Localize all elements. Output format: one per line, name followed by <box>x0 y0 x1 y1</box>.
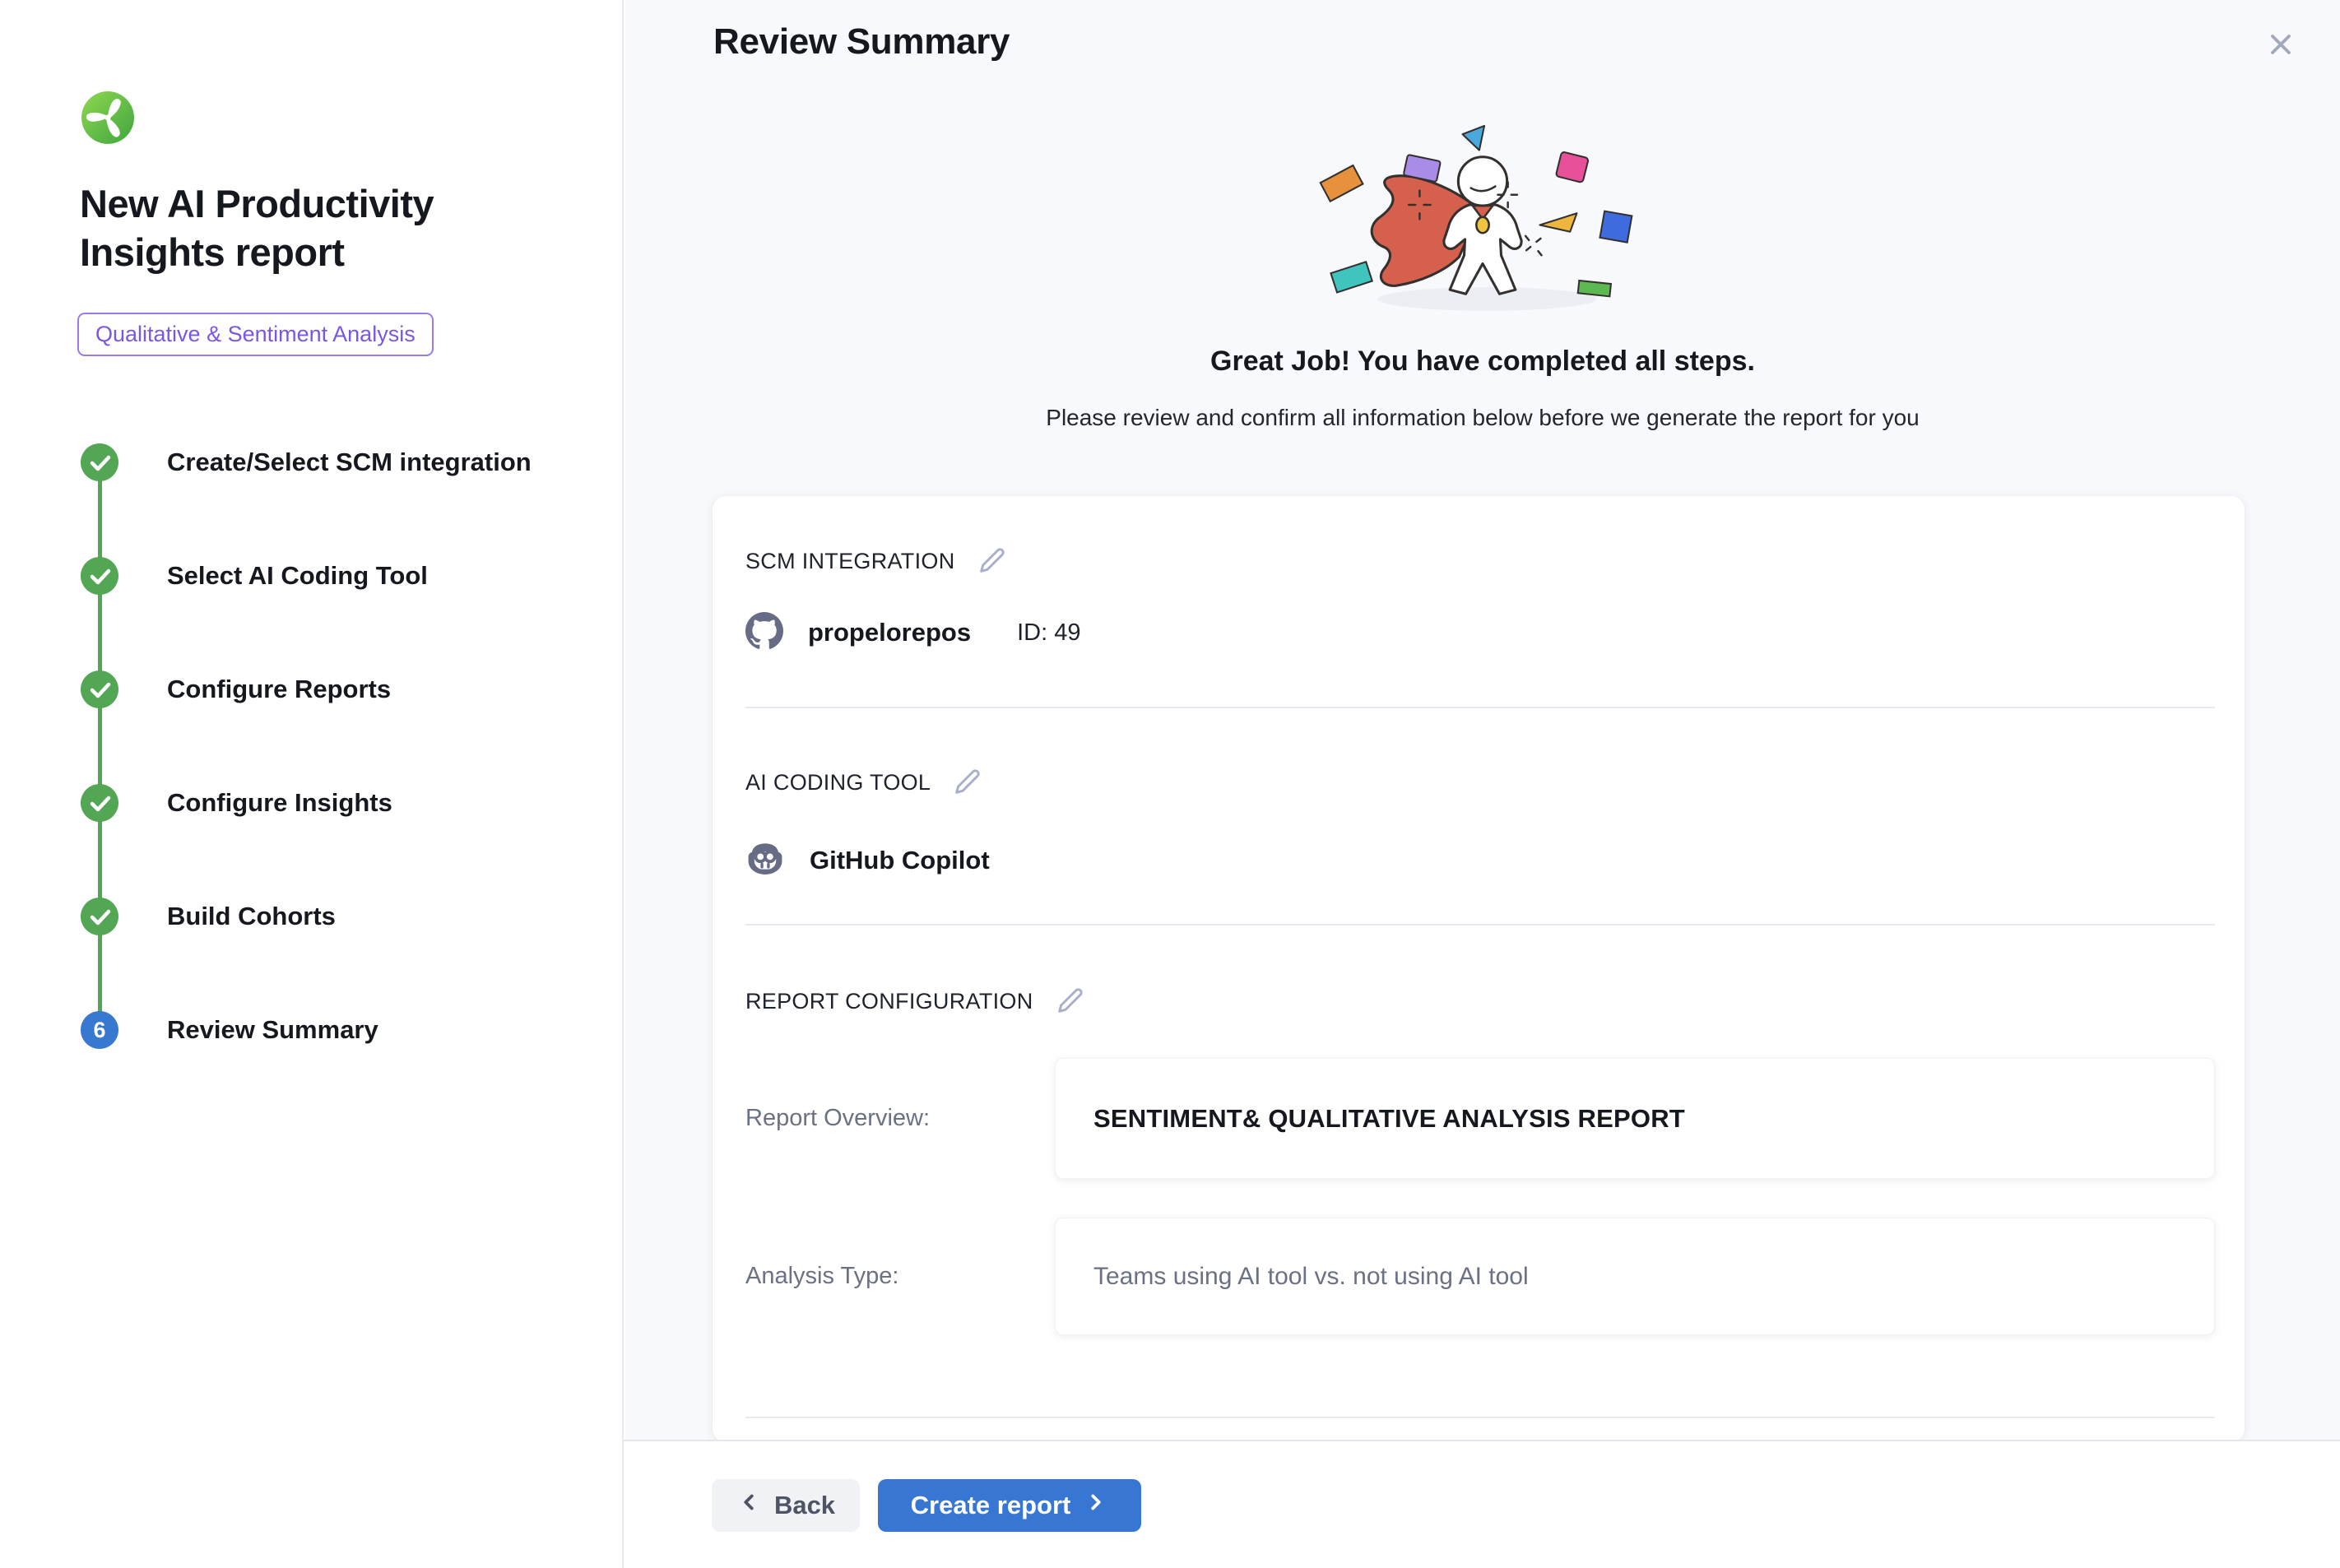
report-overview-label: Report Overview: <box>745 1105 1055 1132</box>
step-select-ai-coding-tool[interactable]: Select AI Coding Tool <box>81 557 591 595</box>
report-wizard-title: New AI Productivity Insights report <box>80 179 516 276</box>
step-label: Create/Select SCM integration <box>167 448 532 477</box>
ai-coding-tool-label: AI CODING TOOL <box>745 770 931 796</box>
congrats-heading: Great Job! You have completed all steps. <box>625 346 2340 378</box>
step-configure-insights[interactable]: Configure Insights <box>81 784 591 822</box>
step-review-summary[interactable]: 6 Review Summary <box>81 1011 591 1049</box>
scm-integration-section-header: SCM INTEGRATION <box>745 547 2215 575</box>
step-label: Configure Reports <box>167 675 391 704</box>
edit-pencil-icon[interactable] <box>978 547 1006 575</box>
ai-coding-tool-name: GitHub Copilot <box>810 846 990 875</box>
divider <box>745 707 2215 708</box>
chevron-left-icon <box>736 1490 761 1521</box>
scm-integration-id: ID: 49 <box>1017 619 1080 647</box>
back-button-label: Back <box>774 1491 835 1520</box>
review-summary-panel: Review Summary <box>625 0 2340 1568</box>
celebration-illustration <box>625 123 2340 329</box>
wizard-footer: Back Create report <box>624 1440 2340 1568</box>
scm-integration-label: SCM INTEGRATION <box>745 549 955 574</box>
step-create-select-scm-integration[interactable]: Create/Select SCM integration <box>81 443 591 481</box>
analysis-type-value-box: Teams using AI tool vs. not using AI too… <box>1055 1218 2215 1335</box>
step-check-icon <box>81 898 118 935</box>
step-check-icon <box>81 670 118 708</box>
step-configure-reports[interactable]: Configure Reports <box>81 670 591 708</box>
chevron-right-icon <box>1084 1490 1108 1521</box>
stepper-rail <box>98 462 102 1032</box>
create-report-button-label: Create report <box>911 1491 1071 1520</box>
wizard-sidebar: New AI Productivity Insights report Qual… <box>0 0 624 1568</box>
report-overview-value: SENTIMENT& QUALITATIVE ANALYSIS REPORT <box>1093 1104 1685 1134</box>
github-icon <box>745 612 783 654</box>
back-button[interactable]: Back <box>712 1479 860 1532</box>
summary-card: SCM INTEGRATION propelorepos ID: 49 AI C… <box>713 496 2245 1442</box>
ai-coding-tool-row: GitHub Copilot <box>745 841 2215 880</box>
page-title: Review Summary <box>713 21 1010 63</box>
step-label: Select AI Coding Tool <box>167 561 428 591</box>
propeller-logo-icon <box>81 90 135 145</box>
report-overview-value-box: SENTIMENT& QUALITATIVE ANALYSIS REPORT <box>1055 1058 2215 1179</box>
step-build-cohorts[interactable]: Build Cohorts <box>81 898 591 935</box>
step-check-icon <box>81 443 118 481</box>
report-configuration-label: REPORT CONFIGURATION <box>745 989 1033 1014</box>
analysis-type-value: Teams using AI tool vs. not using AI too… <box>1093 1263 1529 1291</box>
report-configuration-section-header: REPORT CONFIGURATION <box>745 987 2215 1015</box>
create-report-button[interactable]: Create report <box>878 1479 1141 1532</box>
ai-coding-tool-section-header: AI CODING TOOL <box>745 768 2215 796</box>
congrats-subheading: Please review and confirm all informatio… <box>625 405 2340 431</box>
edit-pencil-icon[interactable] <box>954 768 982 796</box>
edit-pencil-icon[interactable] <box>1056 987 1084 1015</box>
step-label: Configure Insights <box>167 788 392 818</box>
step-check-icon <box>81 557 118 595</box>
step-check-icon <box>81 784 118 822</box>
scm-integration-name: propelorepos <box>808 618 971 647</box>
github-copilot-icon <box>745 842 785 880</box>
step-label: Review Summary <box>167 1015 378 1045</box>
step-number-badge: 6 <box>81 1011 118 1049</box>
step-label: Build Cohorts <box>167 902 336 931</box>
report-type-badge: Qualitative & Sentiment Analysis <box>77 313 434 356</box>
divider <box>745 1417 2215 1418</box>
report-overview-row: Report Overview: SENTIMENT& QUALITATIVE … <box>745 1058 2215 1179</box>
scm-integration-row: propelorepos ID: 49 <box>745 613 2215 652</box>
wizard-stepper: Create/Select SCM integration Select AI … <box>81 443 591 1049</box>
close-icon[interactable] <box>2264 28 2297 61</box>
divider <box>745 924 2215 925</box>
analysis-type-label: Analysis Type: <box>745 1263 1055 1290</box>
analysis-type-row: Analysis Type: Teams using AI tool vs. n… <box>745 1218 2215 1335</box>
